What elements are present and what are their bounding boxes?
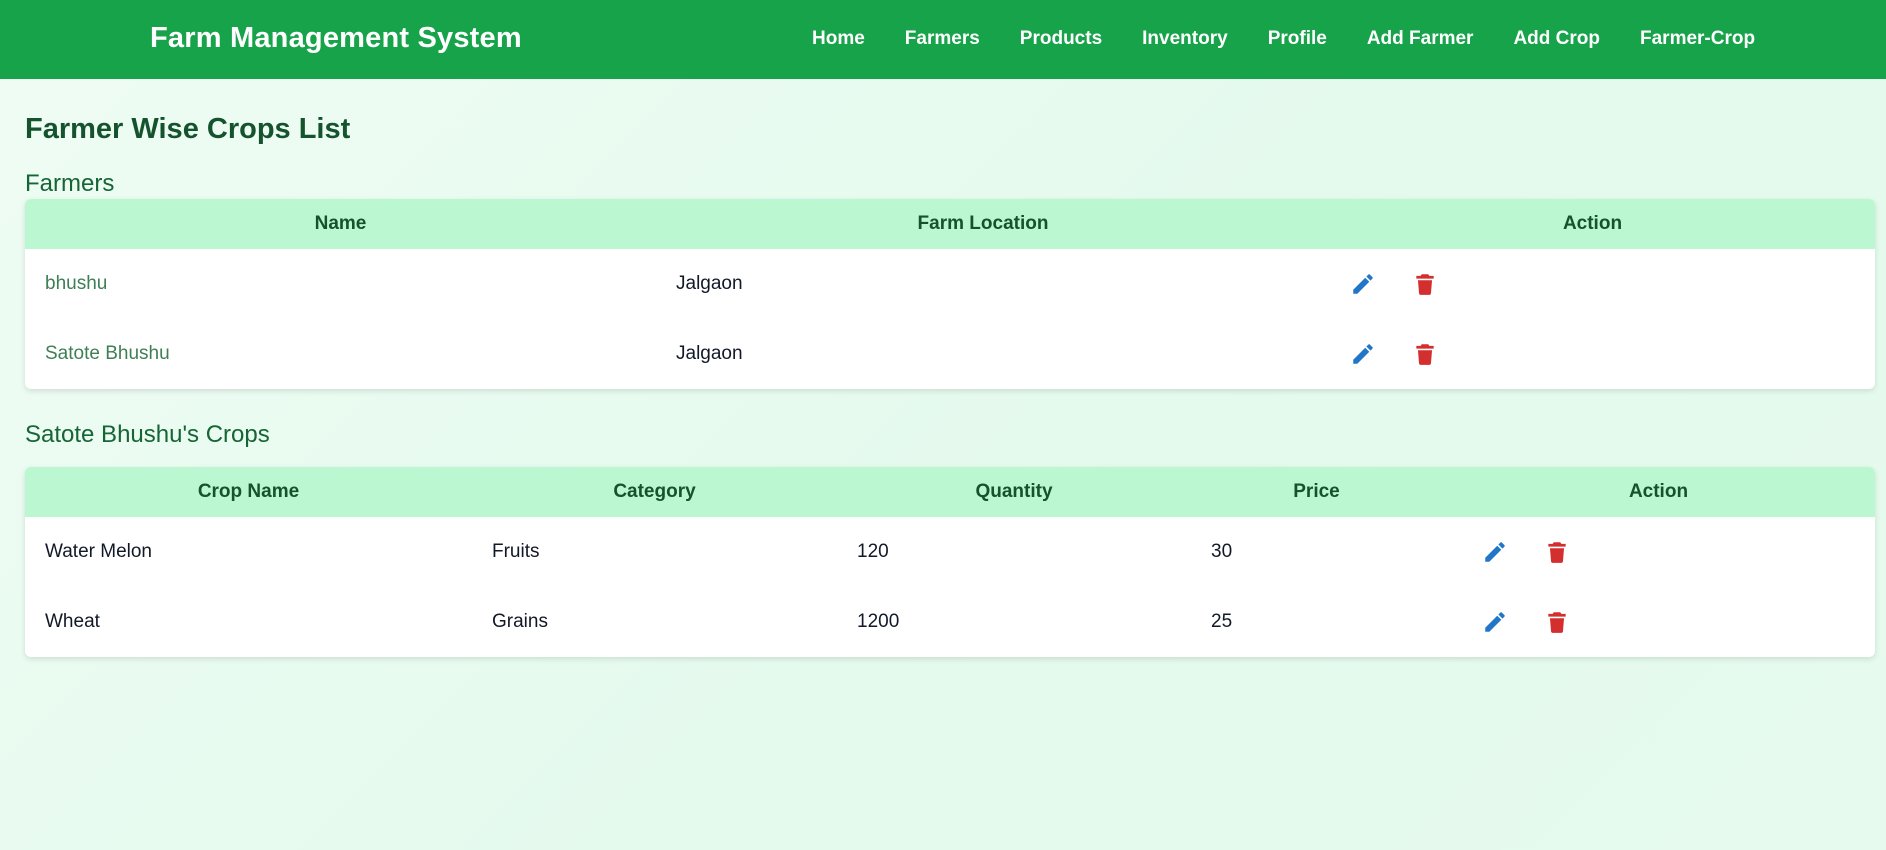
- column-header-quantity: Quantity: [975, 481, 1053, 502]
- table-row: Water Melon Fruits 120 30: [25, 517, 1875, 587]
- farmer-name-cell[interactable]: bhushu: [25, 249, 656, 319]
- pencil-icon[interactable]: [1350, 271, 1376, 297]
- nav-link-add-farmer[interactable]: Add Farmer: [1367, 28, 1474, 50]
- category-cell: Grains: [492, 611, 548, 632]
- farmers-section-title: Farmers: [25, 170, 115, 197]
- column-header-action: Action: [1562, 213, 1623, 234]
- action-cell: [1310, 319, 1875, 389]
- pencil-icon[interactable]: [1482, 539, 1508, 565]
- page-title: Farmer Wise Crops List: [25, 113, 351, 145]
- column-header-farm-location: Farm Location: [917, 213, 1049, 234]
- table-row: bhushu Jalgaon: [25, 249, 1875, 319]
- nav-link-add-crop[interactable]: Add Crop: [1513, 28, 1600, 50]
- trash-icon[interactable]: [1544, 539, 1570, 565]
- crops-table-header: Crop Name Category Quantity Price Action: [25, 467, 1875, 517]
- column-header-crop-name: Crop Name: [197, 481, 300, 502]
- farmers-table-card: Name Farm Location Action bhushu Jalgaon: [25, 199, 1875, 389]
- quantity-cell: 1200: [857, 611, 900, 632]
- brand-title: Farm Management System: [150, 22, 522, 54]
- nav-link-inventory[interactable]: Inventory: [1142, 28, 1228, 50]
- crop-name-cell: Water Melon: [45, 541, 152, 562]
- quantity-cell: 120: [857, 541, 889, 562]
- farm-location-cell: Jalgaon: [676, 273, 743, 294]
- nav-link-farmer-crop[interactable]: Farmer-Crop: [1640, 28, 1755, 50]
- category-cell: Fruits: [492, 541, 540, 562]
- action-cell: [1310, 249, 1875, 319]
- column-header-action: Action: [1628, 481, 1689, 502]
- table-row: Wheat Grains 1200 25: [25, 587, 1875, 657]
- crops-section-title: Satote Bhushu's Crops: [25, 421, 270, 448]
- crop-name-cell: Wheat: [45, 611, 100, 632]
- pencil-icon[interactable]: [1482, 609, 1508, 635]
- trash-icon[interactable]: [1544, 609, 1570, 635]
- nav-link-products[interactable]: Products: [1020, 28, 1102, 50]
- trash-icon[interactable]: [1412, 341, 1438, 367]
- table-row: Satote Bhushu Jalgaon: [25, 319, 1875, 389]
- nav-link-home[interactable]: Home: [812, 28, 865, 50]
- crops-table-card: Crop Name Category Quantity Price Action…: [25, 467, 1875, 657]
- farmer-name-cell[interactable]: Satote Bhushu: [25, 319, 656, 389]
- farmers-table-header: Name Farm Location Action: [25, 199, 1875, 249]
- farmers-table: Name Farm Location Action bhushu Jalgaon: [25, 199, 1875, 389]
- nav-links: Home Farmers Products Inventory Profile …: [812, 28, 1795, 50]
- column-header-price: Price: [1293, 481, 1340, 502]
- main-content: Farmer Wise Crops List Farmers Name Farm…: [0, 113, 1886, 657]
- farm-location-cell: Jalgaon: [676, 343, 743, 364]
- trash-icon[interactable]: [1412, 271, 1438, 297]
- nav-link-farmers[interactable]: Farmers: [905, 28, 980, 50]
- nav-link-profile[interactable]: Profile: [1268, 28, 1327, 50]
- price-cell: 25: [1211, 611, 1233, 632]
- action-cell: [1442, 587, 1875, 657]
- column-header-category: Category: [613, 481, 696, 502]
- price-cell: 30: [1211, 541, 1233, 562]
- crops-table: Crop Name Category Quantity Price Action…: [25, 467, 1875, 657]
- column-header-name: Name: [314, 213, 367, 234]
- pencil-icon[interactable]: [1350, 341, 1376, 367]
- action-cell: [1442, 517, 1875, 587]
- top-navbar: Farm Management System Home Farmers Prod…: [0, 0, 1886, 79]
